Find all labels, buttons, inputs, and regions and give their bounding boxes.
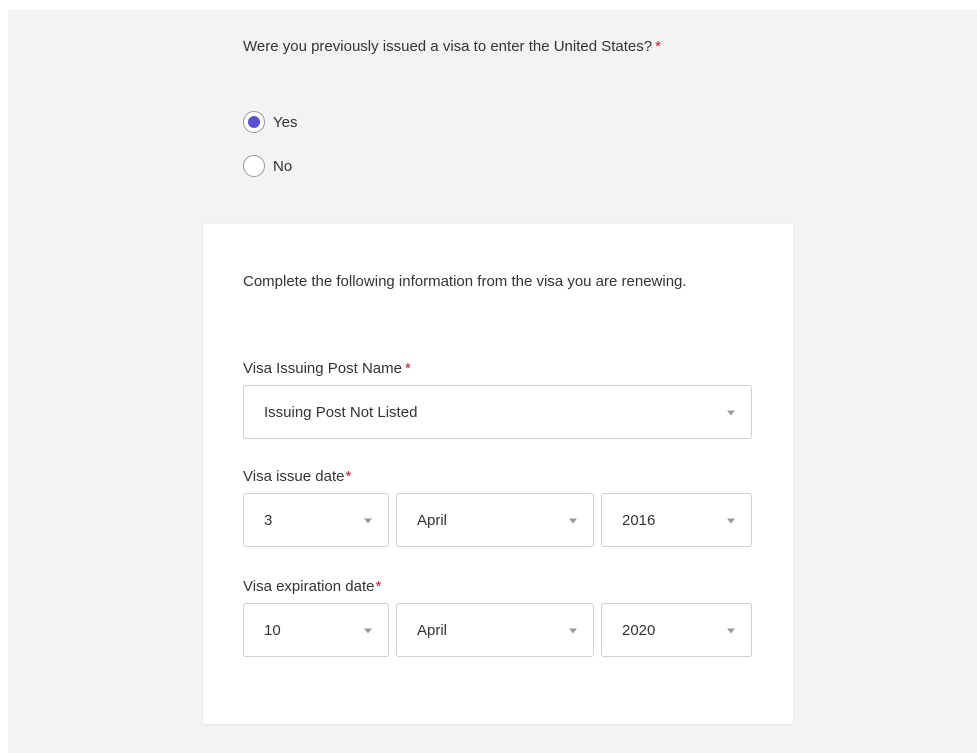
issuing-post-value: Issuing Post Not Listed (264, 403, 418, 421)
radio-option-yes[interactable]: Yes (243, 111, 297, 133)
chevron-down-icon (727, 518, 735, 524)
radio-no-label: No (273, 157, 293, 175)
required-mark: * (375, 578, 382, 595)
issue-day-value: 3 (264, 511, 273, 529)
expiration-day-value: 10 (264, 621, 281, 639)
required-mark: * (404, 360, 411, 377)
issue-month-value: April (417, 511, 448, 529)
issue-date-label: Visa issue date* (243, 468, 351, 485)
chevron-down-icon (569, 628, 577, 634)
radio-no-button[interactable] (243, 155, 265, 177)
radio-yes-label: Yes (273, 113, 298, 131)
chevron-down-icon (364, 518, 372, 524)
expiration-month-select[interactable]: April (396, 603, 594, 657)
expiration-year-value: 2020 (622, 621, 656, 639)
issuing-post-select[interactable]: Issuing Post Not Listed (243, 385, 752, 439)
issue-year-select[interactable]: 2016 (601, 493, 752, 547)
section-intro: Complete the following information from … (243, 273, 687, 290)
issue-date-label-text: Visa issue date (243, 468, 345, 485)
radio-selected-dot (248, 116, 260, 128)
radio-yes-button[interactable] (243, 111, 265, 133)
issuing-post-label-text: Visa Issuing Post Name (243, 360, 402, 377)
chevron-down-icon (364, 628, 372, 634)
expiration-date-label: Visa expiration date* (243, 578, 381, 595)
visa-question-text: Were you previously issued a visa to ent… (243, 38, 653, 55)
radio-option-no[interactable]: No (243, 155, 292, 177)
required-mark: * (345, 468, 352, 485)
expiration-month-value: April (417, 621, 448, 639)
expiration-year-select[interactable]: 2020 (601, 603, 752, 657)
issue-month-select[interactable]: April (396, 493, 594, 547)
chevron-down-icon (727, 628, 735, 634)
expiration-date-label-text: Visa expiration date (243, 578, 375, 595)
expiration-day-select[interactable]: 10 (243, 603, 389, 657)
required-mark: * (655, 38, 661, 55)
visa-question: Were you previously issued a visa to ent… (243, 32, 743, 62)
chevron-down-icon (569, 518, 577, 524)
issuing-post-label: Visa Issuing Post Name * (243, 360, 411, 377)
issue-day-select[interactable]: 3 (243, 493, 389, 547)
chevron-down-icon (727, 410, 735, 416)
issue-year-value: 2016 (622, 511, 656, 529)
